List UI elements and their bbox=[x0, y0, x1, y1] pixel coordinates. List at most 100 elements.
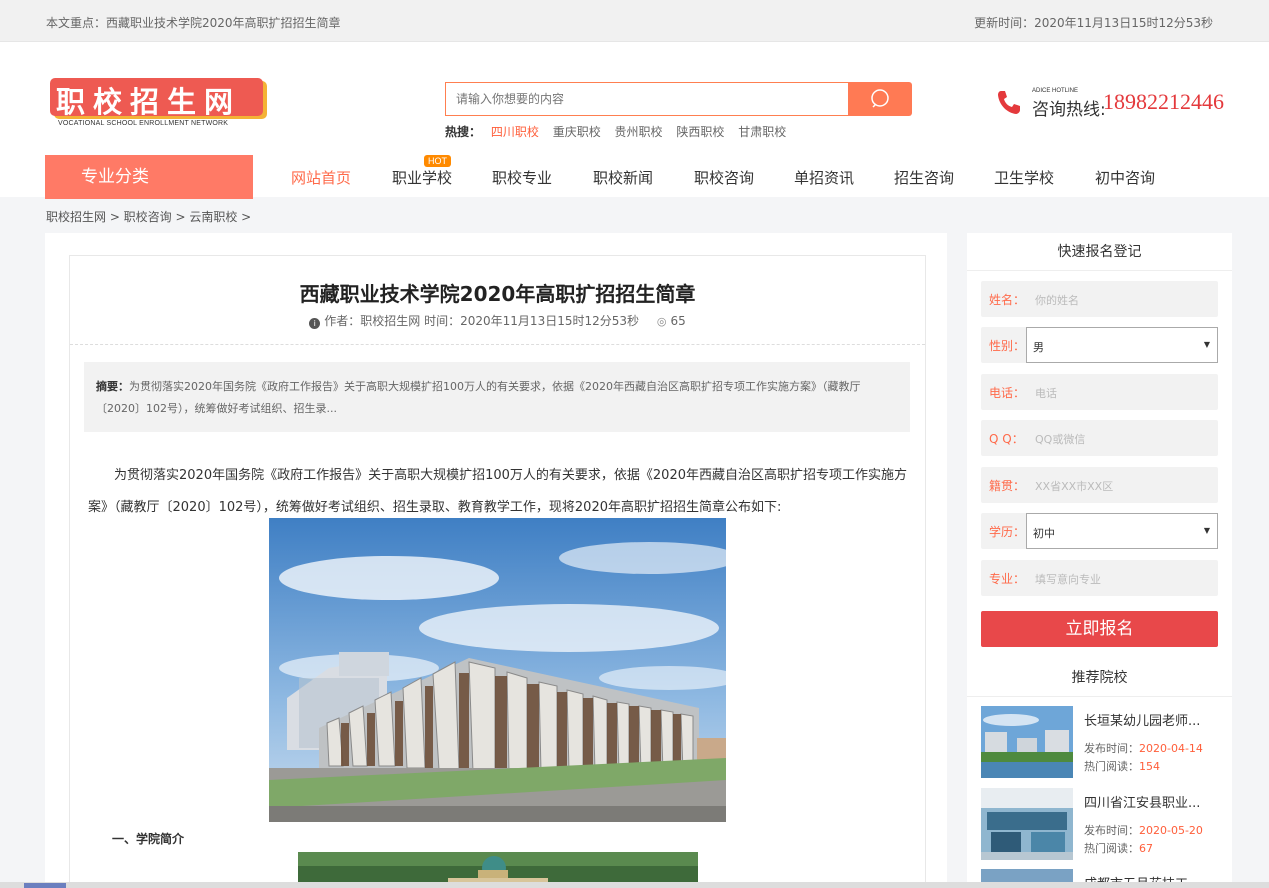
recommend-name: 四川省江安县职业... bbox=[1084, 796, 1201, 811]
main-content: 西藏职业技术学院2020年高职扩招招生简章 i 作者：职校招生网 时间：2020年… bbox=[45, 233, 947, 888]
nav-home[interactable]: 网站首页 bbox=[291, 167, 351, 188]
author-icon: i bbox=[309, 318, 321, 329]
nav-admission[interactable]: 招生咨询 bbox=[894, 167, 954, 188]
date-value: 2020-04-14 bbox=[1139, 742, 1203, 755]
article-title: 西藏职业技术学院2020年高职扩招招生简章 bbox=[299, 282, 696, 306]
update-time-text: 更新时间：2020年11月13日15时12分53秒 bbox=[974, 16, 1213, 30]
category-menu-button[interactable]: 专业分类 bbox=[45, 155, 253, 199]
name-label: 姓名： bbox=[989, 293, 1026, 307]
dropdown-arrow-icon: ▼ bbox=[1203, 526, 1210, 535]
article-focus-text: 本文重点：西藏职业技术学院2020年高职扩招招生简章 bbox=[46, 16, 341, 30]
author-name: 职校招生网 bbox=[360, 314, 421, 328]
education-select[interactable]: 初中 ▼ bbox=[1026, 513, 1218, 549]
hot-search-item[interactable]: 甘肃职校 bbox=[738, 125, 786, 139]
nav-single-exam[interactable]: 单招资讯 bbox=[794, 167, 854, 188]
recommend-item[interactable]: 四川省江安县职业... 发布时间：2020-05-20 热门阅读：67 bbox=[981, 788, 1218, 862]
main-nav: 网站首页 职业学校 HOT 职校专业 职校新闻 职校咨询 单招资讯 招生咨询 卫… bbox=[270, 155, 1170, 199]
phone-label: 电话： bbox=[989, 386, 1026, 400]
breadcrumb[interactable]: 职校招生网 > 职校咨询 > 云南职校 > bbox=[46, 208, 251, 225]
reads-value: 154 bbox=[1139, 760, 1160, 773]
major-label: 专业： bbox=[989, 572, 1026, 586]
site-logo[interactable]: 职校招生网 VOCATIONAL SCHOOL ENROLLMENT NETWO… bbox=[50, 78, 265, 130]
hotline-number: 18982212446 bbox=[1103, 89, 1224, 114]
hometown-label: 籍贯： bbox=[989, 479, 1026, 493]
qq-label: Q Q： bbox=[989, 432, 1024, 446]
article-meta: i 作者：职校招生网 时间：2020年11月13日15时12分53秒 ◎ 65 bbox=[70, 312, 925, 329]
date-value: 2020-05-20 bbox=[1139, 824, 1203, 837]
dropdown-arrow-icon: ▼ bbox=[1203, 340, 1210, 349]
phone-placeholder: 电话 bbox=[1035, 387, 1057, 400]
reads-label: 热门阅读： bbox=[1084, 760, 1139, 773]
hot-search-list: 热搜： 四川职校 重庆职校 贵州职校 陕西职校 甘肃职校 bbox=[445, 123, 786, 140]
date-label: 发布时间： bbox=[1084, 742, 1139, 755]
gender-select[interactable]: 男 ▼ bbox=[1026, 327, 1218, 363]
gender-value: 男 bbox=[1033, 341, 1044, 354]
recommend-reads: 热门阅读：154 bbox=[1084, 758, 1160, 774]
top-info-bar: 本文重点：西藏职业技术学院2020年高职扩招招生简章 更新时间：2020年11月… bbox=[0, 0, 1269, 42]
article-paragraph: 为贯彻落实2020年国务院《政府工作报告》关于高职大规模扩招100万人的有关要求… bbox=[88, 468, 907, 515]
search-bar bbox=[445, 82, 912, 116]
view-count: 65 bbox=[670, 314, 686, 328]
nav-majors[interactable]: 职校专业 bbox=[492, 167, 552, 188]
education-value: 初中 bbox=[1033, 527, 1055, 540]
major-placeholder: 填写意向专业 bbox=[1035, 573, 1101, 586]
section-heading: 一、学院简介 bbox=[112, 832, 185, 846]
hot-search-item[interactable]: 重庆职校 bbox=[553, 125, 601, 139]
eye-icon: ◎ bbox=[656, 315, 667, 328]
bottom-scrollbar[interactable] bbox=[0, 882, 1269, 888]
name-field[interactable]: 姓名： 你的姓名 bbox=[981, 281, 1218, 317]
recommend-thumbnail bbox=[981, 788, 1073, 860]
scrollbar-thumb[interactable] bbox=[24, 883, 66, 888]
sidebar: 快速报名登记 姓名： 你的姓名 性别： 男 ▼ 电话： 电话 Q Q： QQ或微… bbox=[967, 233, 1232, 888]
recommend-reads: 热门阅读：67 bbox=[1084, 840, 1153, 856]
hometown-field[interactable]: 籍贯： XX省XX市XX区 bbox=[981, 467, 1218, 503]
logo-badge: 职校招生网 bbox=[50, 78, 263, 119]
recommend-title: 推荐院校 bbox=[967, 659, 1232, 697]
reads-value: 67 bbox=[1139, 842, 1153, 855]
campus-photo bbox=[269, 518, 726, 822]
recommend-thumbnail bbox=[981, 706, 1073, 778]
hotline-label: 咨询热线: bbox=[1032, 100, 1106, 120]
author-label: 作者： bbox=[324, 314, 361, 328]
recommend-item[interactable]: 长垣某幼儿园老师... 发布时间：2020-04-14 热门阅读：154 bbox=[981, 706, 1218, 780]
nav-news[interactable]: 职校新闻 bbox=[593, 167, 653, 188]
summary-text: 为贯彻落实2020年国务院《政府工作报告》关于高职大规模扩招100万人的有关要求… bbox=[96, 380, 861, 415]
article-summary: 摘要：为贯彻落实2020年国务院《政府工作报告》关于高职大规模扩招100万人的有… bbox=[84, 362, 910, 432]
gender-field: 性别： 男 ▼ bbox=[981, 327, 1218, 363]
nav-health-school[interactable]: 卫生学校 bbox=[994, 167, 1054, 188]
search-button[interactable] bbox=[848, 82, 912, 116]
article: 西藏职业技术学院2020年高职扩招招生简章 i 作者：职校招生网 时间：2020年… bbox=[69, 255, 926, 888]
hot-search-label: 热搜： bbox=[445, 125, 482, 139]
signup-submit-button[interactable]: 立即报名 bbox=[981, 611, 1218, 647]
phone-field[interactable]: 电话： 电话 bbox=[981, 374, 1218, 410]
name-placeholder: 你的姓名 bbox=[1035, 294, 1079, 307]
gender-label: 性别： bbox=[989, 339, 1026, 353]
qq-placeholder: QQ或微信 bbox=[1035, 433, 1086, 446]
signup-title: 快速报名登记 bbox=[967, 233, 1232, 271]
phone-icon bbox=[998, 91, 1020, 114]
logo-text: 职校招生网 bbox=[56, 85, 242, 119]
hometown-placeholder: XX省XX市XX区 bbox=[1035, 480, 1114, 493]
logo-subtitle: VOCATIONAL SCHOOL ENROLLMENT NETWORK bbox=[58, 120, 229, 127]
education-label: 学历： bbox=[989, 525, 1026, 539]
hot-search-item[interactable]: 陕西职校 bbox=[676, 125, 724, 139]
major-field[interactable]: 专业： 填写意向专业 bbox=[981, 560, 1218, 596]
site-header: 职校招生网 VOCATIONAL SCHOOL ENROLLMENT NETWO… bbox=[0, 42, 1269, 199]
hot-badge: HOT bbox=[424, 155, 451, 167]
date-label: 发布时间： bbox=[1084, 824, 1139, 837]
nav-schools[interactable]: 职业学校 bbox=[392, 167, 452, 188]
nav-junior[interactable]: 初中咨询 bbox=[1095, 167, 1155, 188]
hot-search-item[interactable]: 贵州职校 bbox=[615, 125, 663, 139]
recommend-date: 发布时间：2020-04-14 bbox=[1084, 740, 1203, 756]
education-field: 学历： 初中 ▼ bbox=[981, 513, 1218, 549]
hotline-en-label: ADICE HOTLINE bbox=[1032, 88, 1079, 94]
nav-consult[interactable]: 职校咨询 bbox=[694, 167, 754, 188]
hot-search-item[interactable]: 四川职校 bbox=[491, 125, 539, 139]
qq-field[interactable]: Q Q： QQ或微信 bbox=[981, 420, 1218, 456]
publish-time: 时间：2020年11月13日15时12分53秒 bbox=[424, 314, 640, 328]
reads-label: 热门阅读： bbox=[1084, 842, 1139, 855]
search-icon bbox=[871, 89, 889, 108]
search-input[interactable] bbox=[445, 82, 849, 116]
recommend-name: 长垣某幼儿园老师... bbox=[1084, 714, 1201, 729]
summary-label: 摘要： bbox=[96, 380, 129, 393]
